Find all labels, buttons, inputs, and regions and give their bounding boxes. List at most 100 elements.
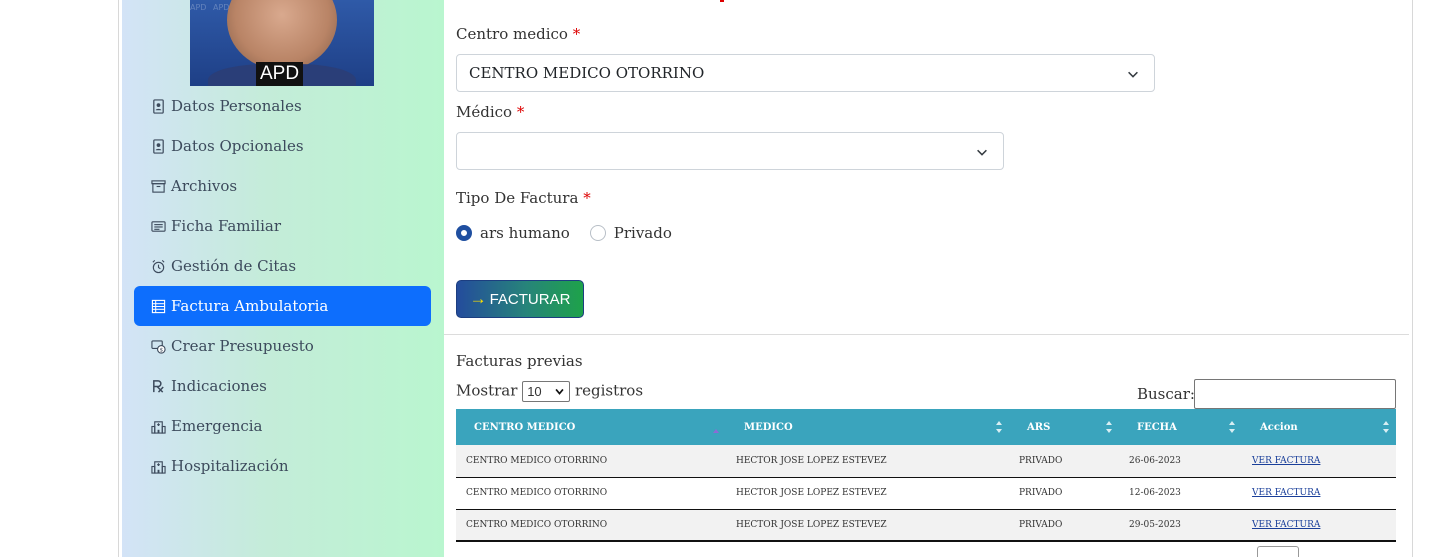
table-row: CENTRO MEDICO OTORRINO HECTOR JOSE LOPEZ… <box>456 477 1396 510</box>
ver-factura-link[interactable]: VER FACTURA <box>1252 488 1320 498</box>
chevron-down-icon <box>1128 71 1138 78</box>
centro-medico-value: CENTRO MEDICO OTORRINO <box>469 64 705 82</box>
column-header-fecha[interactable]: FECHA <box>1119 409 1242 445</box>
hospital-icon <box>150 458 166 474</box>
facturar-button[interactable]: → FACTURAR <box>456 280 584 318</box>
ver-factura-link[interactable]: VER FACTURA <box>1252 456 1320 466</box>
table-row: CENTRO MEDICO OTORRINO HECTOR JOSE LOPEZ… <box>456 509 1396 542</box>
table-row: CENTRO MEDICO OTORRINO HECTOR JOSE LOPEZ… <box>456 445 1396 478</box>
sidebar-item-factura-ambulatoria[interactable]: Factura Ambulatoria <box>134 286 431 326</box>
sidebar-item-emergencia[interactable]: Emergencia <box>134 406 431 446</box>
prescription-icon <box>150 378 166 394</box>
tipo-factura-label: Tipo De Factura * <box>456 189 591 207</box>
radio-ars-humano-control[interactable] <box>456 225 472 241</box>
sidebar-item-label: Hospitalización <box>171 457 289 475</box>
column-header-label: Accion <box>1260 421 1298 433</box>
sidebar-item-indicaciones[interactable]: Indicaciones <box>134 366 431 406</box>
length-control: Mostrar 10 registros <box>456 381 643 402</box>
main-content: Centro medico * CENTRO MEDICO OTORRINO M… <box>444 0 1409 557</box>
sidebar-item-datos-personales[interactable]: Datos Personales <box>134 86 431 126</box>
ver-factura-link[interactable]: VER FACTURA <box>1252 520 1320 530</box>
sidebar-item-label: Datos Personales <box>171 97 302 115</box>
sidebar-item-hospitalizacion[interactable]: Hospitalización <box>134 446 431 486</box>
radio-privado-control[interactable] <box>589 225 606 241</box>
sidebar-item-label: Datos Opcionales <box>171 137 304 155</box>
sort-asc-icon <box>713 429 719 433</box>
radio-ars-humano[interactable]: ars humano <box>456 224 570 242</box>
sidebar-item-crear-presupuesto[interactable]: $ Crear Presupuesto <box>134 326 431 366</box>
pagination-button[interactable] <box>1257 546 1299 557</box>
ledger-icon <box>150 298 166 314</box>
sidebar-item-label: Crear Presupuesto <box>171 337 314 355</box>
radio-ars-humano-label: ars humano <box>480 224 570 242</box>
sidebar-item-ficha-familiar[interactable]: Ficha Familiar <box>134 206 431 246</box>
cell-ars: PRIVADO <box>1009 509 1119 542</box>
column-header-ars[interactable]: ARS <box>1009 409 1119 445</box>
alarm-clock-icon <box>150 258 166 274</box>
table-header-row: CENTRO MEDICO MEDICO ARS FECHA Accion <box>456 409 1396 445</box>
sidebar-item-archivos[interactable]: Archivos <box>134 166 431 206</box>
sort-icon <box>1383 421 1389 433</box>
radio-privado[interactable]: Privado <box>589 224 672 242</box>
sort-icon <box>1106 421 1112 433</box>
card-text-icon <box>150 218 166 234</box>
cell-medico: HECTOR JOSE LOPEZ ESTEVEZ <box>726 509 1009 542</box>
sidebar: APD APD APD APD APD APD APD Datos Person… <box>122 0 444 557</box>
medico-label: Médico * <box>456 103 524 121</box>
cell-accion: VER FACTURA <box>1242 445 1396 478</box>
svg-text:$: $ <box>159 347 163 353</box>
arrow-right-icon: → <box>469 289 487 308</box>
tipo-factura-label-text: Tipo De Factura <box>456 189 579 207</box>
cell-fecha: 12-06-2023 <box>1119 477 1242 510</box>
cell-fecha: 29-05-2023 <box>1119 509 1242 542</box>
required-mark: * <box>516 103 525 121</box>
section-divider <box>444 334 1409 335</box>
column-header-medico[interactable]: MEDICO <box>726 409 1009 445</box>
cell-centro: CENTRO MEDICO OTORRINO <box>456 509 726 542</box>
sidebar-item-label: Factura Ambulatoria <box>171 297 329 315</box>
search-label: Buscar: <box>1137 385 1195 403</box>
column-header-label: CENTRO MEDICO <box>474 421 576 433</box>
chevron-down-icon <box>555 388 564 395</box>
column-header-centro[interactable]: CENTRO MEDICO <box>456 409 726 445</box>
length-suffix: registros <box>574 381 644 400</box>
cell-ars: PRIVADO <box>1009 477 1119 510</box>
cell-medico: HECTOR JOSE LOPEZ ESTEVEZ <box>726 477 1009 510</box>
tipo-factura-radios: ars humano Privado <box>456 224 692 242</box>
facturas-previas-title: Facturas previas <box>456 352 583 370</box>
cash-coin-icon: $ <box>150 338 166 354</box>
chevron-down-icon <box>977 149 987 156</box>
contact-card-icon <box>150 138 166 154</box>
contact-card-icon <box>150 98 166 114</box>
cell-medico: HECTOR JOSE LOPEZ ESTEVEZ <box>726 445 1009 478</box>
medico-label-text: Médico <box>456 103 513 121</box>
archive-box-icon <box>150 178 166 194</box>
facturar-button-label: FACTURAR <box>489 290 571 308</box>
sidebar-item-label: Indicaciones <box>171 377 267 395</box>
sidebar-item-label: Emergencia <box>171 417 263 435</box>
radio-privado-label: Privado <box>613 224 672 242</box>
sidebar-item-datos-opcionales[interactable]: Datos Opcionales <box>134 126 431 166</box>
required-mark: * <box>583 189 591 207</box>
cell-accion: VER FACTURA <box>1242 477 1396 510</box>
sidebar-item-label: Gestión de Citas <box>171 257 297 275</box>
sidebar-item-gestion-citas[interactable]: Gestión de Citas <box>134 246 431 286</box>
cell-centro: CENTRO MEDICO OTORRINO <box>456 445 726 478</box>
sidebar-nav: Datos Personales Datos Opcionales Archiv… <box>134 86 431 486</box>
centro-medico-label-text: Centro medico <box>456 25 568 43</box>
column-header-accion[interactable]: Accion <box>1242 409 1396 445</box>
required-mark-fragment <box>720 0 724 2</box>
column-header-label: ARS <box>1027 421 1051 433</box>
sidebar-item-label: Ficha Familiar <box>171 217 282 235</box>
medico-select[interactable] <box>456 132 1004 170</box>
cell-fecha: 26-06-2023 <box>1119 445 1242 478</box>
length-select[interactable]: 10 <box>522 381 571 402</box>
length-select-value: 10 <box>527 384 542 399</box>
centro-medico-select[interactable]: CENTRO MEDICO OTORRINO <box>456 54 1155 92</box>
facturas-table: CENTRO MEDICO MEDICO ARS FECHA Accion CE… <box>456 409 1396 542</box>
sidebar-item-label: Archivos <box>171 177 238 195</box>
column-header-label: FECHA <box>1137 421 1177 433</box>
search-input[interactable] <box>1194 379 1396 409</box>
sort-icon <box>1229 421 1235 433</box>
avatar: APD APD APD APD APD APD APD <box>190 0 374 86</box>
